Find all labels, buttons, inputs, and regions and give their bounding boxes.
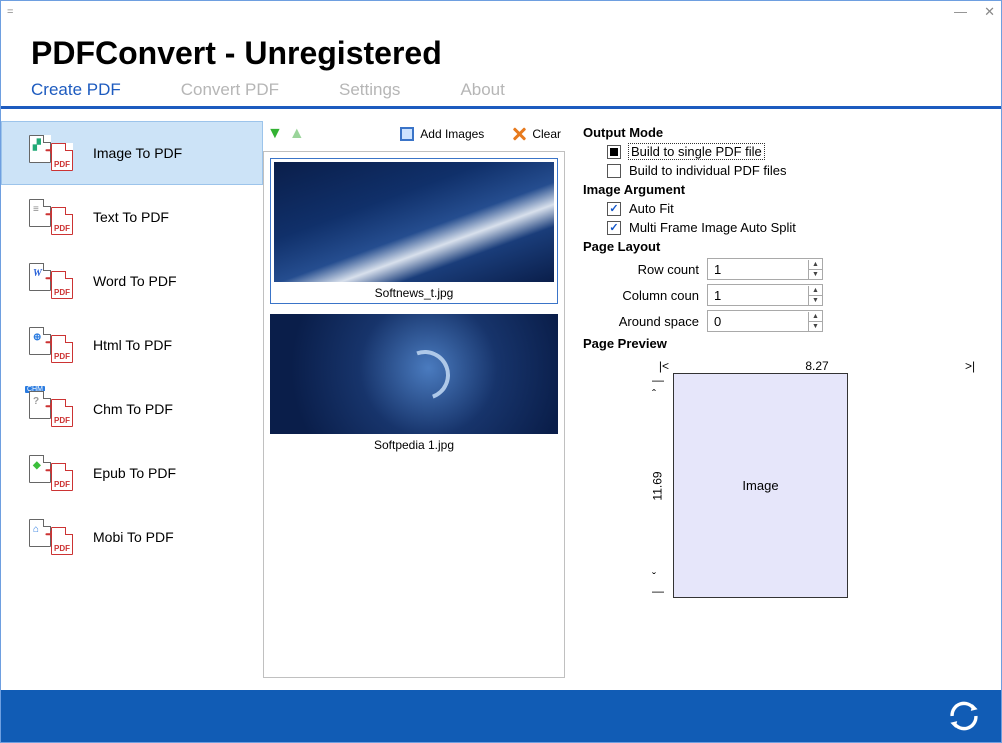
image-thumbnail [274, 162, 554, 282]
around-space-input[interactable] [708, 312, 808, 331]
options-panel: Output Mode Build to single PDF file Bui… [573, 109, 1001, 690]
sidebar-item-mobi-to-pdf[interactable]: ⌂ ➜ PDF Mobi To PDF [1, 505, 263, 569]
convert-icon[interactable] [947, 699, 981, 733]
preview-page: Image [673, 373, 848, 598]
add-images-label: Add Images [420, 127, 484, 141]
spin-down-icon[interactable]: ▼ [809, 322, 822, 331]
center-panel: ▼ ▲ Add Images Clear Softnews_t.jpg [263, 109, 573, 690]
column-count-label: Column coun [607, 288, 699, 303]
image-filename: Softpedia 1.jpg [270, 438, 558, 452]
window-controls: — ✕ [940, 4, 995, 20]
text-to-pdf-icon: ≡ ➜ PDF [29, 199, 75, 235]
word-to-pdf-icon: W ➜ PDF [29, 263, 75, 299]
body: ▞ ➜ PDF Image To PDF ≡ ➜ PDF Text To PDF… [1, 109, 1001, 690]
sidebar-item-html-to-pdf[interactable]: ⊕ ➜ PDF Html To PDF [1, 313, 263, 377]
page-preview: |< 8.27 >| —ˆ 11.69 ˇ— Image [643, 359, 981, 598]
spin-up-icon[interactable]: ▲ [809, 286, 822, 296]
ruler-bottom-icon: ˇ— [652, 570, 664, 598]
close-icon[interactable]: ✕ [984, 4, 995, 19]
page-preview-title: Page Preview [583, 336, 981, 351]
image-filename: Softnews_t.jpg [274, 286, 554, 300]
tab-row: Create PDF Convert PDF Settings About [31, 80, 971, 100]
row-count-label: Row count [607, 262, 699, 277]
sidebar-item-word-to-pdf[interactable]: W ➜ PDF Word To PDF [1, 249, 263, 313]
image-toolbar: ▼ ▲ Add Images Clear [263, 121, 565, 147]
build-individual-label: Build to individual PDF files [629, 163, 787, 178]
sidebar-item-label: Word To PDF [93, 273, 177, 289]
move-up-icon[interactable]: ▲ [289, 126, 305, 142]
page-width: 8.27 [673, 359, 961, 373]
sidebar-item-label: Html To PDF [93, 337, 172, 353]
sidebar-item-label: Chm To PDF [93, 401, 173, 417]
build-single-label: Build to single PDF file [629, 144, 764, 159]
spin-down-icon[interactable]: ▼ [809, 296, 822, 305]
clear-button[interactable]: Clear [512, 127, 561, 141]
ruler-top-icon: —ˆ [652, 373, 664, 401]
sidebar-item-epub-to-pdf[interactable]: ◆ ➜ PDF Epub To PDF [1, 441, 263, 505]
list-item[interactable]: Softnews_t.jpg [270, 158, 558, 304]
page-layout-title: Page Layout [583, 239, 981, 254]
row-count-input[interactable] [708, 260, 808, 279]
preview-cell-label: Image [742, 478, 778, 493]
list-item[interactable]: Softpedia 1.jpg [270, 314, 558, 452]
multi-split-label: Multi Frame Image Auto Split [629, 220, 796, 235]
sidebar-item-label: Image To PDF [93, 145, 182, 161]
around-space-stepper[interactable]: ▲▼ [707, 310, 823, 332]
spin-up-icon[interactable]: ▲ [809, 260, 822, 270]
move-down-icon[interactable]: ▼ [267, 126, 283, 142]
auto-fit-label: Auto Fit [629, 201, 674, 216]
around-space-label: Around space [607, 314, 699, 329]
clear-icon [512, 127, 526, 141]
build-single-checkbox[interactable] [607, 145, 621, 159]
spin-down-icon[interactable]: ▼ [809, 270, 822, 279]
sidebar-item-text-to-pdf[interactable]: ≡ ➜ PDF Text To PDF [1, 185, 263, 249]
image-thumbnail [270, 314, 558, 434]
column-count-stepper[interactable]: ▲▼ [707, 284, 823, 306]
spin-up-icon[interactable]: ▲ [809, 312, 822, 322]
tab-about[interactable]: About [460, 80, 504, 100]
app-title: PDFConvert - Unregistered [31, 35, 971, 72]
html-to-pdf-icon: ⊕ ➜ PDF [29, 327, 75, 363]
tab-convert-pdf[interactable]: Convert PDF [181, 80, 279, 100]
auto-fit-checkbox[interactable] [607, 202, 621, 216]
sidebar: ▞ ➜ PDF Image To PDF ≡ ➜ PDF Text To PDF… [1, 109, 263, 690]
window-title: = [7, 6, 13, 18]
clear-label: Clear [532, 127, 561, 141]
ruler-right-icon: >| [961, 359, 981, 373]
image-list[interactable]: Softnews_t.jpg Softpedia 1.jpg [263, 151, 565, 678]
footer [1, 690, 1001, 742]
build-individual-checkbox[interactable] [607, 164, 621, 178]
sidebar-item-label: Mobi To PDF [93, 529, 174, 545]
column-count-input[interactable] [708, 286, 808, 305]
multi-split-checkbox[interactable] [607, 221, 621, 235]
sidebar-item-chm-to-pdf[interactable]: CHM ? ➜ PDF Chm To PDF [1, 377, 263, 441]
row-count-stepper[interactable]: ▲▼ [707, 258, 823, 280]
output-mode-title: Output Mode [583, 125, 981, 140]
mobi-to-pdf-icon: ⌂ ➜ PDF [29, 519, 75, 555]
tab-settings[interactable]: Settings [339, 80, 400, 100]
page-height: 11.69 [651, 471, 665, 500]
add-images-icon [400, 127, 414, 141]
chm-to-pdf-icon: CHM ? ➜ PDF [29, 391, 75, 427]
sidebar-item-label: Text To PDF [93, 209, 169, 225]
minimize-icon[interactable]: — [954, 4, 967, 19]
image-argument-title: Image Argument [583, 182, 981, 197]
sidebar-item-image-to-pdf[interactable]: ▞ ➜ PDF Image To PDF [1, 121, 263, 185]
image-to-pdf-icon: ▞ ➜ PDF [29, 135, 75, 171]
tab-create-pdf[interactable]: Create PDF [31, 80, 121, 100]
sidebar-item-label: Epub To PDF [93, 465, 176, 481]
epub-to-pdf-icon: ◆ ➜ PDF [29, 455, 75, 491]
titlebar: = — ✕ [1, 1, 1001, 23]
add-images-button[interactable]: Add Images [400, 127, 484, 141]
ruler-left-icon: |< [643, 359, 673, 373]
header: PDFConvert - Unregistered Create PDF Con… [1, 23, 1001, 106]
app-window: = — ✕ PDFConvert - Unregistered Create P… [0, 0, 1002, 743]
